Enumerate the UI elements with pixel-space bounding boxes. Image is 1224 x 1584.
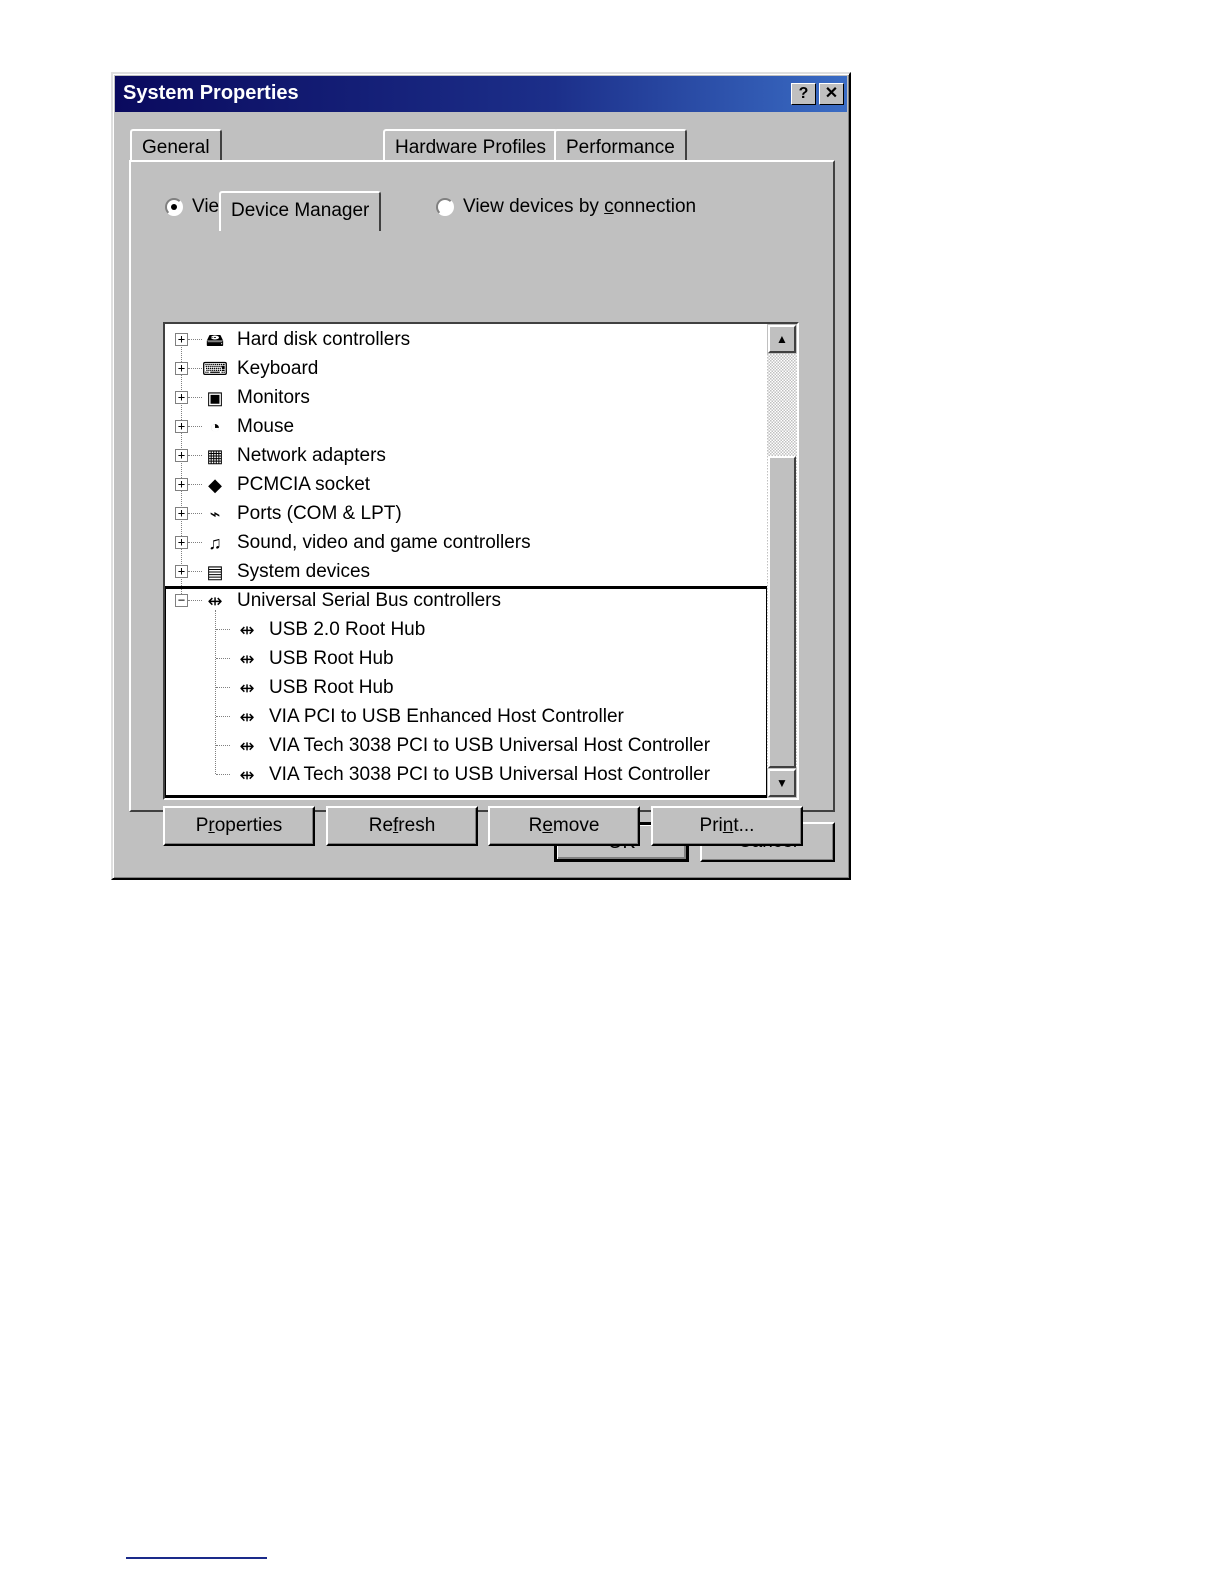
usb-icon: ⇹ [239,619,255,640]
expand-icon[interactable]: + [175,449,188,462]
vertical-scrollbar[interactable]: ▲ ▼ [767,324,797,798]
view-by-connection-radio[interactable]: View devices by connection [436,196,696,218]
tree-item-hard-disk-controllers[interactable]: + 🖴 Hard disk controllers [175,325,410,354]
tree-item-system-devices[interactable]: + ▤ System devices [175,557,370,586]
network-adapter-icon: ▦ [206,445,224,466]
radio-selected-icon [165,198,183,216]
tree-item-usb-child[interactable]: ⇹ USB Root Hub [209,673,394,702]
tree-item-mouse[interactable]: + ◔ Mouse [175,412,294,441]
tree-item-keyboard[interactable]: + ⌨ Keyboard [175,354,318,383]
print-button[interactable]: Print... [651,806,803,846]
close-button[interactable]: ✕ [819,83,844,105]
mouse-icon: ◔ [209,416,221,437]
radio-unselected-icon [436,198,454,216]
expand-icon[interactable]: + [175,507,188,520]
keyboard-icon: ⌨ [202,358,228,379]
tree-item-usb-child[interactable]: ⇹ USB 2.0 Root Hub [209,615,425,644]
hard-disk-icon: 🖴 [205,329,225,350]
collapse-icon[interactable]: − [175,594,188,607]
tree-item-usb-child[interactable]: ⇹ VIA PCI to USB Enhanced Host Controlle… [209,702,624,731]
footnote-rule [126,1557,267,1559]
usb-icon: ⇹ [239,764,255,785]
sound-icon: ♫ [208,532,222,553]
tree-item-ports[interactable]: + ⌁ Ports (COM & LPT) [175,499,402,528]
tree-item-usb-child[interactable]: ⇹ VIA Tech 3038 PCI to USB Universal Hos… [209,731,710,760]
tree-item-usb-child[interactable]: ⇹ USB Root Hub [209,644,394,673]
expand-icon[interactable]: + [175,333,188,346]
expand-icon[interactable]: + [175,478,188,491]
tree-item-pcmcia-socket[interactable]: + ◆ PCMCIA socket [175,470,370,499]
scroll-thumb[interactable] [768,456,796,768]
tree-item-monitors[interactable]: + ▣ Monitors [175,383,310,412]
tab-device-manager[interactable]: Device Manager [219,191,382,231]
help-button[interactable]: ? [791,83,816,105]
usb-icon: ⇹ [239,648,255,669]
scroll-down-button[interactable]: ▼ [768,769,796,797]
tree-item-sound-video-game[interactable]: + ♫ Sound, video and game controllers [175,528,531,557]
usb-icon: ⇹ [239,677,255,698]
refresh-button[interactable]: Refresh [326,806,478,846]
expand-icon[interactable]: + [175,565,188,578]
expand-icon[interactable]: + [175,391,188,404]
remove-button[interactable]: Remove [488,806,640,846]
device-tree[interactable]: + 🖴 Hard disk controllers + ⌨ Keyboard +… [163,322,799,800]
usb-icon: ⇹ [239,735,255,756]
expand-icon[interactable]: + [175,362,188,375]
usb-icon: ⇹ [239,706,255,727]
expand-icon[interactable]: + [175,420,188,433]
device-manager-panel: View devices by type View devices by con… [129,160,835,846]
tab-hardware-profiles[interactable]: Hardware Profiles [383,129,558,163]
title-bar[interactable]: System Properties ? ✕ [115,76,847,112]
monitor-icon: ▣ [206,387,224,408]
tree-item-usb-controllers[interactable]: − ⇹ Universal Serial Bus controllers [175,586,501,615]
system-device-icon: ▤ [206,561,224,582]
expand-icon[interactable]: + [175,536,188,549]
tree-item-network-adapters[interactable]: + ▦ Network adapters [175,441,386,470]
pcmcia-icon: ◆ [208,474,222,495]
scroll-up-button[interactable]: ▲ [768,325,796,353]
port-icon: ⌁ [209,503,221,524]
window-title: System Properties [123,82,299,104]
tab-performance[interactable]: Performance [554,129,687,163]
properties-button[interactable]: Properties [163,806,315,846]
usb-icon: ⇹ [207,590,223,611]
system-properties-window: System Properties ? ✕ General Device Man… [111,72,851,880]
tab-general[interactable]: General [130,129,222,163]
tree-item-usb-child[interactable]: ⇹ VIA Tech 3038 PCI to USB Universal Hos… [209,760,710,789]
